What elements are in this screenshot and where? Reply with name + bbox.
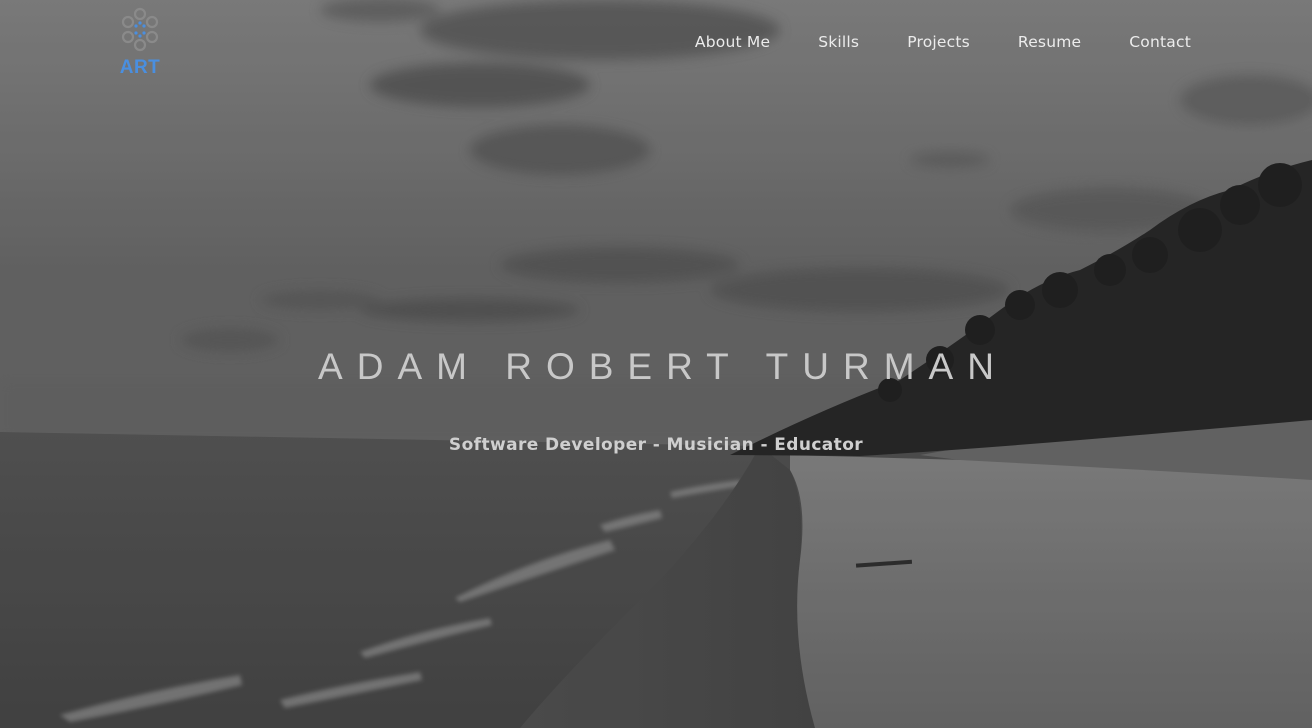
site-logo[interactable]: ART [112,4,168,84]
hero-section: ART About Me Skills Projects Resume Cont… [0,0,1312,728]
main-navigation: About Me Skills Projects Resume Contact [695,31,1191,53]
logo-text: ART [119,57,161,78]
nav-link-projects[interactable]: Projects [907,31,970,53]
circle-ring-icon [121,7,159,52]
hero-subtitle: Software Developer - Musician - Educator [448,435,864,455]
hero-title: ADAM ROBERT TURMAN [318,346,1008,387]
nav-link-skills[interactable]: Skills [818,31,859,53]
nav-link-resume[interactable]: Resume [1018,31,1081,53]
nav-link-about-me[interactable]: About Me [695,31,770,53]
nav-link-contact[interactable]: Contact [1129,31,1191,53]
